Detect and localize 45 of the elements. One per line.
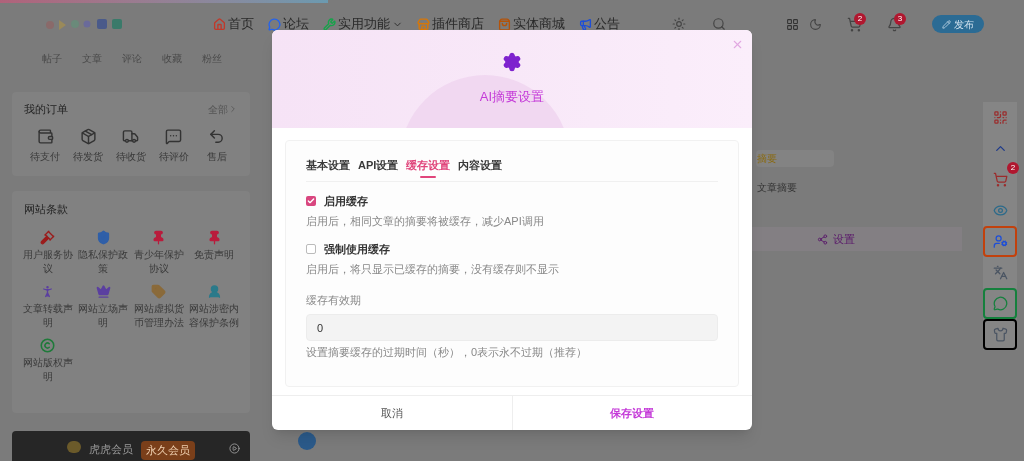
card-title: 我的订单 bbox=[24, 102, 68, 117]
count-badge: 3 bbox=[894, 12, 906, 25]
vip-banner[interactable]: 虎虎会员 永久会员 bbox=[12, 431, 250, 461]
tab[interactable]: 基本设置 bbox=[306, 157, 350, 178]
option-hint: 启用后，相同文章的摘要将被缓存，减少API调用 bbox=[306, 214, 545, 229]
terms-link[interactable]: 青少年保护协议 bbox=[131, 229, 187, 276]
nav-link[interactable]: 实用功能 bbox=[323, 14, 403, 34]
order-status-item[interactable]: 售后 bbox=[195, 127, 238, 164]
order-status-item[interactable]: 待支付 bbox=[24, 127, 67, 164]
vip-title: 虎虎会员 bbox=[89, 442, 133, 457]
nav-link[interactable]: 插件商店 bbox=[417, 14, 484, 34]
input-field[interactable]: 0 bbox=[306, 314, 718, 341]
publish-button[interactable]: 发布 bbox=[932, 15, 984, 33]
terms-link[interactable]: 网站涉密内容保护条例 bbox=[186, 283, 242, 330]
field-help: 设置摘要缓存的过期时间（秒），0表示永不过期（推荐） bbox=[306, 345, 589, 360]
option-label: 启用缓存 bbox=[324, 193, 368, 209]
dialog-title: AI摘要设置 bbox=[479, 88, 545, 106]
terms-link[interactable]: 隐私保护政策 bbox=[75, 229, 131, 276]
tab[interactable]: API设置 bbox=[358, 157, 399, 178]
nav-link[interactable]: 首页 bbox=[213, 14, 254, 34]
option-hint: 启用后，将只显示已缓存的摘要，没有缓存则不显示 bbox=[306, 262, 560, 277]
save-button[interactable]: 保存设置 bbox=[512, 396, 752, 430]
cancel-button[interactable]: 取消 bbox=[272, 396, 513, 430]
terms-link[interactable]: 免责声明 bbox=[186, 229, 242, 276]
terms-link[interactable]: 网站版权声明 bbox=[20, 337, 76, 384]
terms-link[interactable]: 文章转载声明 bbox=[20, 283, 76, 330]
order-status-item[interactable]: 待评价 bbox=[152, 127, 196, 164]
tab[interactable]: 缓存设置 bbox=[406, 157, 451, 178]
order-status-item[interactable]: 待发货 bbox=[66, 127, 110, 164]
tab[interactable]: 内容设置 bbox=[458, 157, 503, 178]
nav-link[interactable]: 实体商城 bbox=[498, 14, 565, 34]
terms-link[interactable]: 网站虚拟货币管理办法 bbox=[131, 283, 187, 330]
field-label: 缓存有效期 bbox=[306, 292, 362, 308]
terms-link[interactable]: 网站立场声明 bbox=[75, 283, 131, 330]
order-status-item[interactable]: 待收货 bbox=[109, 127, 153, 164]
terms-link[interactable]: 用户服务协议 bbox=[20, 229, 76, 276]
card-title: 网站条款 bbox=[23, 202, 69, 217]
option-label: 强制使用缓存 bbox=[324, 241, 390, 257]
nav-link[interactable]: 公告 bbox=[579, 14, 620, 34]
vip-badge: 永久会员 bbox=[141, 441, 195, 460]
count-badge: 2 bbox=[1007, 162, 1019, 174]
sidebar-tool-button[interactable]: 2 bbox=[983, 164, 1017, 195]
nav-link[interactable]: 论坛 bbox=[268, 14, 309, 34]
summary-text: 文章摘要 bbox=[757, 181, 798, 195]
count-badge: 2 bbox=[854, 12, 866, 25]
